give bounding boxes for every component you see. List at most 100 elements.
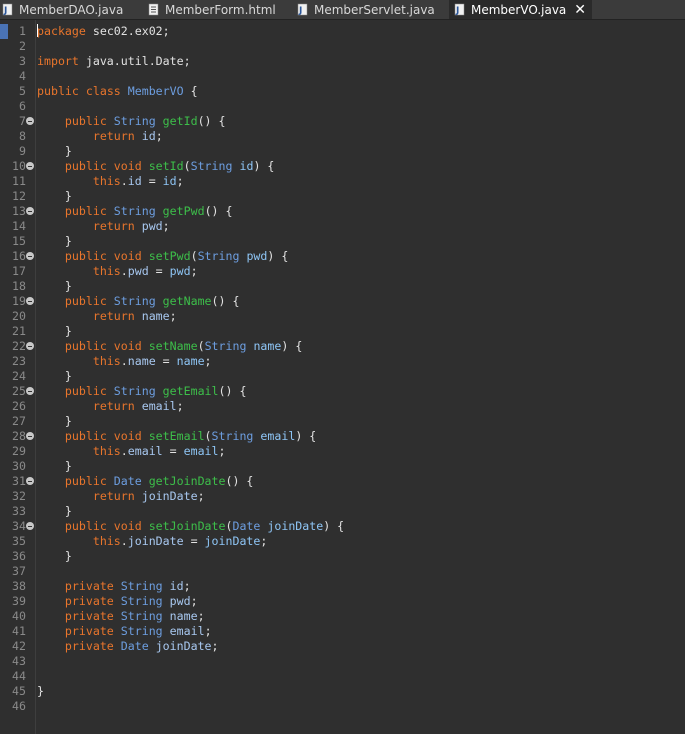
fold-toggle-icon[interactable] [26, 162, 34, 170]
fold-toggle-icon[interactable] [26, 342, 34, 350]
line-number: 33 [12, 504, 26, 518]
code-token: ; [183, 579, 191, 593]
line-number: 30 [12, 459, 26, 473]
code-token: joinDate [267, 519, 324, 533]
code-token: . [120, 444, 128, 458]
fold-toggle-icon[interactable] [26, 477, 34, 485]
line-number: 21 [12, 324, 26, 338]
fold-toggle-icon[interactable] [26, 252, 34, 260]
code-token: } [37, 369, 72, 383]
code-token: void [113, 429, 142, 443]
tab-memberform[interactable]: MemberForm.html [148, 0, 276, 19]
code-token: name [253, 339, 282, 353]
code-token: id [127, 174, 142, 188]
code-token: String [113, 204, 156, 218]
java-file-icon: J [2, 3, 14, 16]
code-text: package sec02.ex02; [37, 24, 170, 39]
code-text: } [37, 504, 72, 519]
code-token: () { [218, 384, 247, 398]
tab-membervo[interactable]: J MemberVO.java ✕ [449, 0, 593, 19]
code-token: id [162, 174, 177, 188]
code-line: 18 } [0, 279, 685, 294]
code-line: 16 public void setPwd(String pwd) { [0, 249, 685, 264]
code-token: getJoinDate [148, 474, 226, 488]
line-number: 3 [19, 54, 26, 68]
code-editor[interactable]: 1 package sec02.ex02; 2 3 import java.util.D… [0, 20, 685, 734]
code-line: 12 } [0, 189, 685, 204]
fold-toggle-icon[interactable] [26, 522, 34, 530]
line-number: 6 [19, 99, 26, 113]
code-token: setJoinDate [148, 519, 226, 533]
tab-memberdao[interactable]: J MemberDAO.java [2, 0, 123, 19]
code-token: String [211, 429, 254, 443]
tab-label: MemberVO.java [471, 2, 567, 17]
fold-toggle-icon[interactable] [26, 387, 34, 395]
code-token: private [64, 579, 114, 593]
svg-text:J: J [455, 6, 459, 16]
code-line: 46 [0, 699, 685, 714]
code-token: pwd [169, 264, 191, 278]
code-token: setId [148, 159, 184, 173]
code-text: private String email; [37, 624, 212, 639]
code-token: pwd [127, 264, 149, 278]
code-token: name [176, 354, 205, 368]
code-token: name [141, 309, 170, 323]
line-number: 24 [12, 369, 26, 383]
line-number: 31 [12, 474, 26, 488]
code-token: public [64, 114, 107, 128]
code-token: getEmail [162, 384, 219, 398]
code-text: } [37, 684, 44, 699]
line-number: 28 [12, 429, 26, 443]
line-number: 42 [12, 639, 26, 653]
code-token: pwd [141, 219, 163, 233]
code-token: } [37, 189, 72, 203]
code-line: 39 private String pwd; [0, 594, 685, 609]
code-token: ; [162, 219, 170, 233]
tab-label: MemberDAO.java [19, 2, 124, 17]
close-icon[interactable]: ✕ [574, 2, 586, 18]
code-text: import java.util.Date; [37, 54, 191, 69]
code-text: public void setEmail(String email) { [37, 429, 316, 444]
code-token: = [148, 264, 170, 278]
fold-toggle-icon[interactable] [26, 117, 34, 125]
line-number: 35 [12, 534, 26, 548]
code-token: id [239, 159, 254, 173]
code-text: public void setName(String name) { [37, 339, 302, 354]
code-text: } [37, 459, 72, 474]
line-number: 8 [19, 129, 26, 143]
code-text: return name; [37, 309, 177, 324]
code-token: void [113, 159, 142, 173]
code-text: public String getPwd() { [37, 204, 233, 219]
code-token: } [37, 414, 72, 428]
code-line: 10 public void setId(String id) { [0, 159, 685, 174]
line-number: 20 [12, 309, 26, 323]
code-line: 42 private Date joinDate; [0, 639, 685, 654]
fold-toggle-icon[interactable] [26, 207, 34, 215]
code-token: private [64, 624, 114, 638]
line-number: 18 [12, 279, 26, 293]
code-line: 43 [0, 654, 685, 669]
code-line: 35 this.joinDate = joinDate; [0, 534, 685, 549]
fold-toggle-icon[interactable] [26, 297, 34, 305]
line-number: 22 [12, 339, 26, 353]
fold-toggle-icon[interactable] [26, 432, 34, 440]
line-number: 1 [19, 24, 26, 38]
tab-memberservlet[interactable]: J MemberServlet.java [297, 0, 435, 19]
code-token: Date [113, 474, 142, 488]
code-token: name [127, 354, 156, 368]
code-line: 29 this.email = email; [0, 444, 685, 459]
code-token: String [190, 159, 233, 173]
code-text: } [37, 234, 72, 249]
svg-text:J: J [3, 6, 7, 16]
